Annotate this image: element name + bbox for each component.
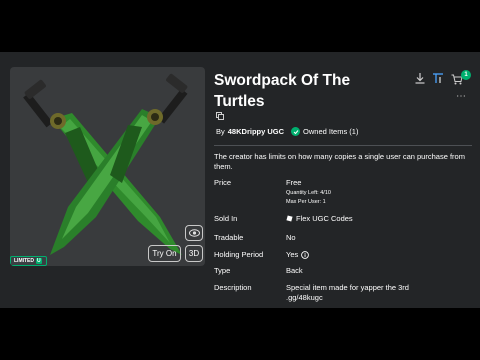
item-title: Swordpack Of The Turtles <box>214 72 351 110</box>
max-per-user: Max Per User: 1 <box>286 199 326 205</box>
sword-image <box>23 73 188 255</box>
eye-icon <box>188 229 200 237</box>
by-label: By <box>216 127 225 136</box>
holding-period-value: Yes <box>286 250 299 259</box>
copy-icon[interactable] <box>216 112 224 120</box>
try-on-button[interactable]: Try On <box>148 245 181 262</box>
left-handle <box>23 79 66 129</box>
quantity-left: Quantity Left: 4/10 <box>286 190 331 196</box>
price-label: Price <box>214 178 232 187</box>
tradable-label: Tradable <box>214 233 244 242</box>
sold-in-link[interactable]: Flex UGC Codes <box>286 214 353 223</box>
right-handle <box>147 73 188 125</box>
limited-badge: LIMITED U <box>10 256 47 266</box>
holding-period-row: Yes <box>286 250 310 259</box>
more-options-icon[interactable]: ⋯ <box>456 92 466 102</box>
info-icon[interactable] <box>301 250 310 259</box>
purchase-limit-notice: The creator has limits on how many copie… <box>214 152 465 171</box>
3d-button[interactable]: 3D <box>185 245 203 262</box>
download-icon[interactable] <box>414 72 426 84</box>
owned-check-icon <box>291 127 301 136</box>
description-label: Description <box>214 283 252 292</box>
limited-u-label: U <box>36 258 42 264</box>
customize-icon[interactable] <box>432 72 444 84</box>
divider <box>214 145 472 146</box>
holding-period-label: Holding Period <box>214 250 264 259</box>
sold-in-label: Sold In <box>214 214 238 223</box>
sold-in-value: Flex UGC Codes <box>296 214 353 223</box>
creator-row: By 48KDrippy UGC Owned Items (1) <box>216 127 358 136</box>
tradable-value: No <box>286 233 296 242</box>
cart-count-badge: 1 <box>461 70 471 80</box>
type-value: Back <box>286 266 303 275</box>
limited-label: LIMITED <box>14 258 34 264</box>
description-value: Special item made for yapper the 3rd .gg… <box>286 283 409 302</box>
experience-icon <box>286 215 293 222</box>
hide-preview-button[interactable] <box>185 225 203 241</box>
item-page: LIMITED U Try On 3D Swordpack Of The Tur… <box>0 52 480 308</box>
price-value: Free <box>286 178 302 187</box>
type-label: Type <box>214 266 231 275</box>
item-preview: LIMITED U Try On 3D <box>10 67 205 266</box>
owned-items-link[interactable]: Owned Items (1) <box>303 127 358 136</box>
creator-link[interactable]: 48KDrippy UGC <box>228 127 284 136</box>
